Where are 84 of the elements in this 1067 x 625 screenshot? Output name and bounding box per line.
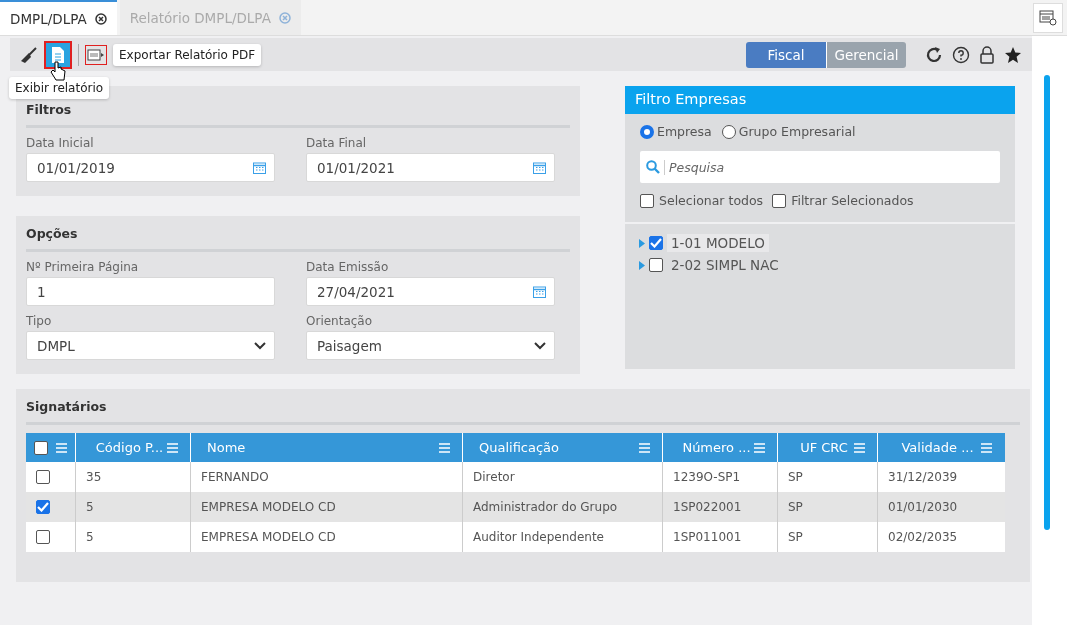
checkbox[interactable] — [649, 236, 663, 250]
checkbox-label: Filtrar Selecionados — [791, 193, 914, 208]
tab[interactable]: DMPL/DLPA — [0, 0, 117, 35]
document-export-icon — [87, 46, 105, 63]
chevron-icon[interactable] — [534, 341, 546, 350]
close-icon[interactable] — [94, 12, 107, 25]
checkbox[interactable] — [36, 500, 50, 514]
menu-icon[interactable] — [639, 442, 650, 453]
help-icon[interactable] — [952, 45, 970, 64]
table-cell: FERNANDO — [201, 470, 269, 484]
scrollbar[interactable] — [1044, 75, 1050, 530]
table-cell: 5 — [86, 530, 94, 544]
section-title: Signatários — [26, 395, 1020, 425]
document-icon — [51, 45, 65, 64]
menu-icon[interactable] — [56, 442, 67, 453]
table-cell: SP — [788, 530, 803, 544]
table-cell: SP — [788, 500, 803, 514]
select-field[interactable]: DMPL — [26, 331, 275, 360]
tooltip: Exportar Relatório PDF — [113, 43, 262, 66]
chevron-icon[interactable] — [254, 341, 266, 350]
section-title: Filtros — [26, 98, 570, 128]
table-cell: 1SP022001 — [673, 500, 742, 514]
field-label: Data Final — [306, 136, 368, 150]
radio-label: Grupo Empresarial — [738, 124, 856, 139]
mode-toggle[interactable]: Fiscal — [746, 41, 826, 68]
table-cell: 35 — [86, 470, 102, 484]
checkbox[interactable] — [34, 440, 48, 455]
menu-icon[interactable] — [981, 442, 992, 453]
table-cell: Administrador do Grupo — [473, 500, 618, 514]
field-label: Nº Primeira Página — [26, 260, 140, 274]
table-cell: Diretor — [473, 470, 515, 484]
checkbox[interactable] — [640, 193, 654, 208]
table-cell: 02/02/2035 — [888, 530, 958, 544]
date-field[interactable]: 27/04/2021 — [306, 277, 555, 306]
field-label: Orientação — [306, 314, 374, 328]
calendar-icon[interactable] — [533, 285, 546, 298]
star-icon[interactable] — [1004, 45, 1022, 64]
table-cell: 31/12/2039 — [888, 470, 958, 484]
field-label: Data Emissão — [306, 260, 390, 274]
radio-button[interactable] — [640, 124, 654, 139]
checkbox[interactable] — [649, 258, 663, 272]
radio-label: Empresa — [657, 124, 712, 139]
section-title: Opções — [26, 222, 570, 252]
menu-icon[interactable] — [754, 442, 765, 453]
menu-icon[interactable] — [167, 442, 178, 453]
date-field[interactable]: 01/01/2019 — [26, 153, 275, 182]
tree-item[interactable]: 1-01 MODELO — [667, 234, 769, 252]
checkbox[interactable] — [772, 193, 787, 208]
expand-icon[interactable] — [639, 238, 645, 248]
search-field[interactable]: Pesquisa — [640, 151, 1000, 183]
refresh-icon[interactable] — [925, 45, 943, 64]
calendar-icon[interactable] — [253, 161, 266, 174]
checkbox[interactable] — [36, 530, 50, 544]
pdf-export-button[interactable] — [85, 44, 107, 65]
date-field[interactable]: 01/01/2021 — [306, 153, 555, 182]
table-cell: Auditor Independente — [473, 530, 604, 544]
search-icon — [646, 160, 660, 174]
expand-icon[interactable] — [639, 260, 645, 270]
radio-button[interactable] — [721, 124, 736, 139]
table-cell: 01/01/2030 — [888, 500, 958, 514]
menu-icon[interactable] — [854, 442, 865, 453]
checkbox-label: Selecionar todos — [659, 193, 764, 208]
input-field[interactable]: 1 — [26, 277, 275, 306]
report-button[interactable] — [44, 40, 72, 69]
table-cell: EMPRESA MODELO CD — [201, 530, 336, 544]
window-list-button[interactable] — [1033, 3, 1063, 33]
field-label: Tipo — [26, 314, 53, 328]
table-cell: SP — [788, 470, 803, 484]
tree-item[interactable]: 2-02 SIMPL NAC — [667, 256, 783, 274]
field-label: Data Inicial — [26, 136, 95, 150]
broom-icon[interactable] — [20, 45, 38, 64]
menu-icon[interactable] — [439, 442, 450, 453]
select-field[interactable]: Paisagem — [306, 331, 555, 360]
table-cell: 1SP011001 — [673, 530, 742, 544]
checkbox[interactable] — [36, 470, 50, 484]
hand-cursor-icon — [50, 60, 66, 81]
window-list-icon — [1039, 10, 1057, 26]
tooltip: Exibir relatório — [9, 76, 110, 99]
lock-icon[interactable] — [979, 45, 995, 64]
panel-header: Filtro Empresas — [625, 86, 1015, 114]
table-cell: 5 — [86, 500, 94, 514]
table-cell: EMPRESA MODELO CD — [201, 500, 336, 514]
calendar-icon[interactable] — [533, 161, 546, 174]
table-cell: 1239O-SP1 — [673, 470, 741, 484]
